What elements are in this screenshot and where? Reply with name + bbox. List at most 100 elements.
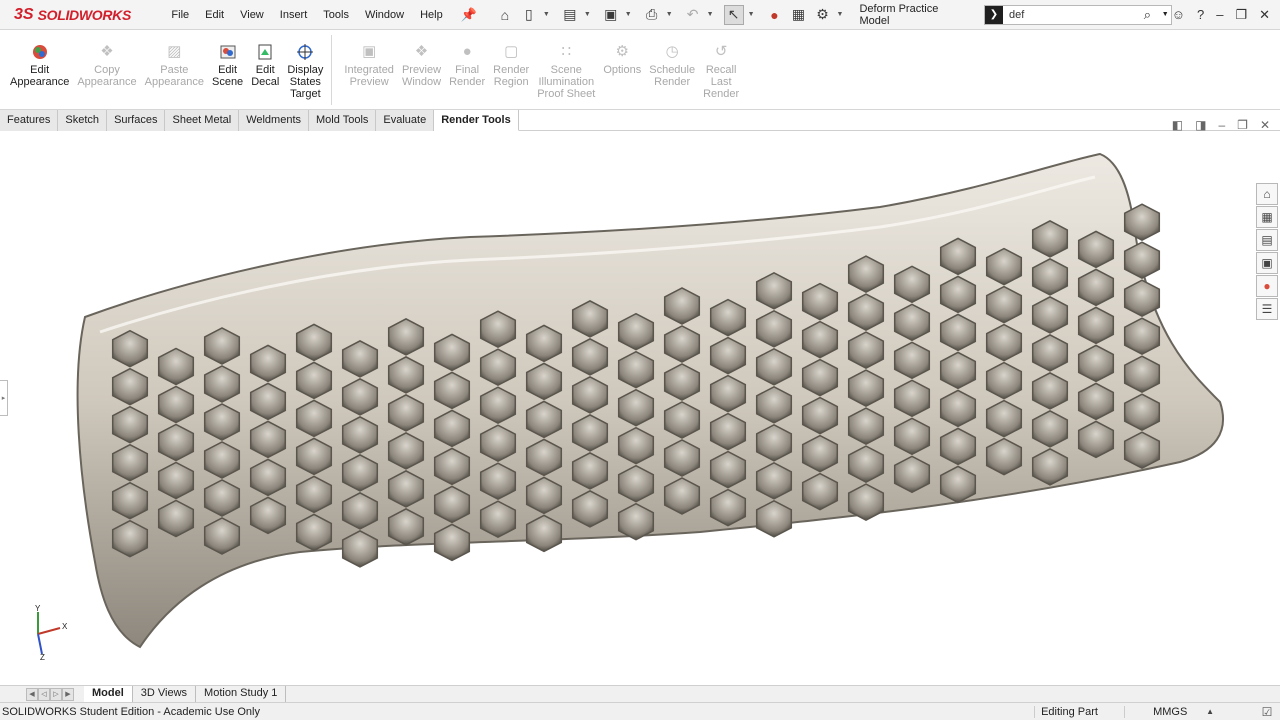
- gear-icon[interactable]: ⚙: [813, 5, 833, 25]
- chevron-down-icon[interactable]: ▼: [584, 11, 591, 18]
- render-region-button[interactable]: ▢ Render Region: [489, 43, 533, 88]
- command-search-icon[interactable]: ❯: [984, 5, 1003, 24]
- minimize-icon[interactable]: –: [1216, 7, 1223, 22]
- chevron-down-icon[interactable]: ▼: [748, 11, 755, 18]
- paste-appearance-button[interactable]: ▨ Paste Appearance: [141, 43, 208, 88]
- tab-mold-tools[interactable]: Mold Tools: [309, 110, 377, 131]
- search-box[interactable]: ❯ def ⌕ ▼: [983, 4, 1172, 25]
- deform-part-model[interactable]: [0, 132, 1280, 685]
- button-label: Preview: [401, 64, 442, 76]
- tab-motion-study-1[interactable]: Motion Study 1: [196, 686, 287, 702]
- tab-sketch[interactable]: Sketch: [58, 110, 108, 131]
- undo-icon[interactable]: ↶: [683, 5, 703, 25]
- scene-illumination-proof-sheet-button[interactable]: ∷ Scene Illumination Proof Sheet: [533, 43, 599, 100]
- new-document-icon[interactable]: ▯: [519, 5, 539, 25]
- select-cursor-icon[interactable]: ↖: [723, 4, 744, 25]
- tab-render-tools[interactable]: Render Tools: [434, 110, 519, 131]
- file-explorer-icon[interactable]: ▤: [1256, 229, 1278, 251]
- edit-decal-button[interactable]: Edit Decal: [247, 43, 283, 88]
- copy-appearance-button[interactable]: ❖ Copy Appearance: [73, 43, 140, 88]
- button-label: Edit: [218, 64, 238, 76]
- menu-file[interactable]: File: [163, 9, 197, 21]
- final-render-button[interactable]: ● Final Render: [445, 43, 489, 88]
- units-selector[interactable]: MMGS: [1124, 705, 1234, 718]
- graphics-viewport[interactable]: [0, 132, 1280, 685]
- menu-view[interactable]: View: [232, 9, 272, 21]
- target-icon: [296, 43, 314, 61]
- restore-icon[interactable]: ❐: [1235, 7, 1247, 23]
- open-folder-icon[interactable]: ▤: [560, 5, 580, 25]
- button-label: Edit: [30, 64, 50, 76]
- task-pane-tabs: ⌂ ▦ ▤ ▣ ● ☰: [1256, 183, 1278, 320]
- button-label: States: [289, 76, 321, 88]
- save-icon[interactable]: ▣: [601, 5, 621, 25]
- search-icon[interactable]: ⌕: [1144, 7, 1162, 23]
- user-icon[interactable]: ☺: [1172, 7, 1185, 22]
- tab-evaluate[interactable]: Evaluate: [376, 110, 435, 131]
- chevron-down-icon[interactable]: ▼: [1162, 11, 1169, 18]
- last-tab-icon[interactable]: ▶: [62, 687, 74, 701]
- view-palette-icon[interactable]: ▣: [1256, 252, 1278, 274]
- button-label: Region: [493, 76, 529, 88]
- appearances-scenes-icon[interactable]: ●: [1256, 275, 1278, 297]
- options-icon: ⚙: [615, 43, 629, 60]
- integrated-preview-button[interactable]: ▣ Integrated Preview: [340, 43, 398, 88]
- custom-properties-icon[interactable]: ☰: [1256, 298, 1278, 320]
- toolbar-separator: [331, 35, 333, 105]
- document-title: Deform Practice Model: [859, 2, 939, 27]
- button-label: Paste: [160, 64, 189, 76]
- chevron-down-icon[interactable]: ▼: [666, 11, 673, 18]
- chevron-down-icon[interactable]: ▼: [543, 11, 550, 18]
- solidworks-logo[interactable]: 3S SOLIDWORKS: [0, 0, 143, 30]
- button-label: Appearance: [10, 76, 70, 88]
- menu-bar: File Edit View Insert Tools Window Help: [163, 9, 450, 21]
- file-properties-icon[interactable]: ▦: [789, 5, 809, 25]
- solidworks-resources-icon[interactable]: ⌂: [1256, 183, 1278, 205]
- tab-model[interactable]: Model: [84, 686, 133, 702]
- rebuild-icon[interactable]: ☑: [1254, 705, 1280, 719]
- tab-surfaces[interactable]: Surfaces: [107, 110, 166, 131]
- options-button[interactable]: ⚙ Options: [599, 43, 645, 76]
- menu-insert[interactable]: Insert: [272, 9, 316, 21]
- menu-help[interactable]: Help: [412, 9, 451, 21]
- command-manager-tabs: Features Sketch Surfaces Sheet Metal Wel…: [0, 110, 1280, 131]
- home-icon[interactable]: ⌂: [495, 5, 515, 25]
- print-icon[interactable]: ⎙: [642, 5, 662, 25]
- button-label: Target: [290, 88, 321, 100]
- minimize-icon[interactable]: –: [1218, 118, 1225, 132]
- triad-y-label: Y: [35, 604, 41, 613]
- schedule-render-button[interactable]: ◷ Schedule Render: [645, 43, 699, 88]
- button-label: Last: [710, 76, 732, 88]
- next-tab-icon[interactable]: ▷: [50, 687, 62, 701]
- design-library-icon[interactable]: ▦: [1256, 206, 1278, 228]
- menu-window[interactable]: Window: [357, 9, 412, 21]
- help-icon[interactable]: ?: [1197, 7, 1204, 22]
- edit-scene-button[interactable]: Edit Scene: [208, 43, 247, 88]
- display-states-target-button[interactable]: Display States Target: [283, 43, 327, 100]
- menu-edit[interactable]: Edit: [197, 9, 232, 21]
- traffic-light-icon[interactable]: ●: [765, 5, 785, 25]
- close-icon[interactable]: ✕: [1260, 118, 1270, 132]
- feature-manager-handle[interactable]: ▸: [0, 380, 8, 416]
- chevron-down-icon[interactable]: ▼: [837, 11, 844, 18]
- pin-icon[interactable]: 📌: [461, 7, 477, 23]
- edit-appearance-button[interactable]: Edit Appearance: [6, 43, 73, 88]
- search-input[interactable]: def: [1009, 9, 1144, 21]
- recall-last-render-button[interactable]: ↺ Recall Last Render: [699, 43, 743, 100]
- close-icon[interactable]: ✕: [1259, 7, 1270, 23]
- tab-features[interactable]: Features: [0, 110, 59, 131]
- button-label: Render: [493, 64, 530, 76]
- first-tab-icon[interactable]: ◀: [26, 687, 38, 701]
- panel-right-icon[interactable]: ◨: [1195, 118, 1206, 132]
- tab-weldments[interactable]: Weldments: [239, 110, 310, 131]
- prev-tab-icon[interactable]: ◁: [38, 687, 50, 701]
- chevron-down-icon[interactable]: ▼: [625, 11, 632, 18]
- tab-3d-views[interactable]: 3D Views: [133, 686, 197, 702]
- restore-icon[interactable]: ❐: [1237, 118, 1248, 132]
- chevron-up-icon[interactable]: ▲: [1206, 707, 1214, 716]
- menu-tools[interactable]: Tools: [315, 9, 357, 21]
- tab-sheet-metal[interactable]: Sheet Metal: [165, 110, 240, 131]
- panel-left-icon[interactable]: ◧: [1172, 118, 1183, 132]
- preview-window-button[interactable]: ❖ Preview Window: [398, 43, 445, 88]
- chevron-down-icon[interactable]: ▼: [707, 11, 714, 18]
